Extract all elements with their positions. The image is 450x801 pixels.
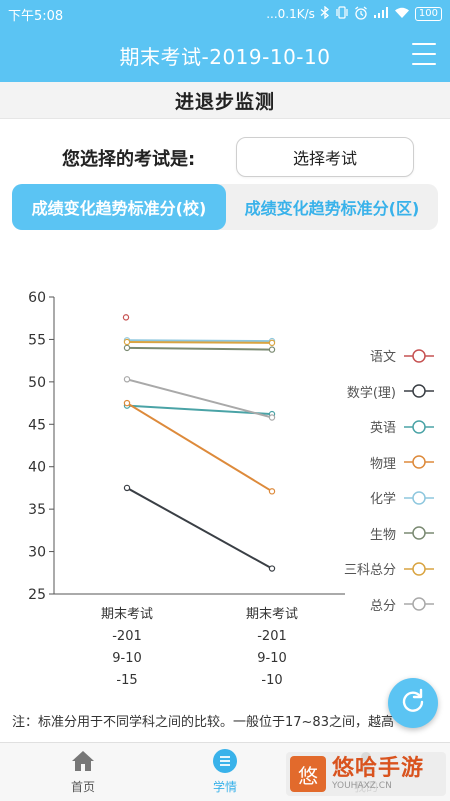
nav-study-label: 学情	[212, 780, 237, 794]
legend-item[interactable]: 三科总分	[344, 551, 434, 587]
series-line	[126, 404, 273, 416]
legend-swatch	[404, 420, 434, 434]
y-tick-label: 25	[28, 587, 46, 603]
signal-icon	[373, 6, 389, 22]
alarm-icon	[354, 6, 368, 23]
home-icon	[70, 749, 96, 776]
data-point	[268, 565, 276, 572]
legend-swatch	[404, 455, 434, 469]
data-point	[123, 338, 131, 346]
series-line	[126, 340, 273, 344]
series-line	[126, 378, 273, 419]
list-icon	[213, 749, 237, 776]
refresh-icon	[400, 688, 426, 718]
app-header: 期末考试-2019-10-10	[0, 28, 450, 82]
section-header: 进退步监测	[0, 82, 450, 119]
legend-swatch	[404, 597, 434, 611]
section-title: 进退步监测	[174, 90, 275, 113]
data-point	[268, 414, 276, 421]
y-tick-label: 45	[28, 417, 46, 433]
status-time: 下午5:08	[8, 8, 64, 24]
watermark-sub: YOUHAXZ.CN	[332, 781, 392, 791]
bluetooth-icon	[320, 5, 330, 22]
watermark: 悠 悠哈手游 YOUHAXZ.CN	[286, 752, 446, 796]
page-title: 期末考试-2019-10-10	[119, 44, 331, 69]
legend-item[interactable]: 语文	[344, 338, 434, 374]
data-point	[123, 344, 131, 352]
legend-label: 三科总分	[343, 563, 396, 579]
legend-label: 化学	[369, 492, 396, 508]
x-tick-label: 9-10	[112, 651, 142, 666]
x-tick-label: 9-10	[257, 651, 287, 666]
series-line	[126, 346, 273, 351]
nav-study[interactable]: 学情	[165, 743, 285, 801]
data-point	[123, 376, 131, 383]
nav-home[interactable]: 首页	[23, 743, 143, 801]
legend-item[interactable]: 英语	[344, 409, 434, 445]
legend-swatch	[404, 384, 434, 398]
y-tick-label: 60	[28, 290, 46, 306]
x-tick-label: -201	[112, 629, 142, 644]
data-point	[123, 484, 131, 492]
legend-swatch	[404, 562, 434, 576]
data-point	[268, 346, 276, 353]
legend-item[interactable]: 物理	[344, 445, 434, 481]
vibrate-icon	[335, 6, 349, 22]
legend-swatch	[404, 491, 434, 505]
watermark-text: 悠哈手游	[332, 756, 425, 781]
legend-item[interactable]: 化学	[344, 480, 434, 516]
legend-label: 总分	[369, 598, 396, 614]
refresh-button[interactable]	[388, 678, 438, 728]
select-exam-button[interactable]: 选择考试	[236, 137, 414, 177]
y-tick-label: 30	[28, 545, 46, 561]
y-tick-label: 40	[28, 460, 46, 476]
legend-swatch	[404, 349, 434, 363]
y-tick-label: 55	[28, 332, 46, 348]
battery-indicator: 100	[414, 7, 442, 21]
x-tick-label: -15	[116, 673, 137, 688]
legend-label: 生物	[369, 527, 396, 543]
x-tick-label: 期末考试	[246, 607, 298, 622]
series-line	[126, 402, 273, 493]
y-tick-label: 35	[28, 502, 46, 518]
wifi-icon	[394, 6, 410, 22]
chart-legend: 语文数学(理) 英语物理化学生物三科总分总分	[344, 338, 434, 622]
legend-label: 数学(理)	[346, 385, 396, 401]
legend-swatch	[404, 526, 434, 540]
legend-item[interactable]: 数学(理)	[344, 374, 434, 410]
data-point	[268, 488, 276, 495]
x-tick-label: 期末考试	[101, 607, 153, 622]
nav-home-label: 首页	[70, 780, 95, 794]
standard-score-note: 注：标准分用于不同学科之间的比较。一般位于17~83之间，越高	[12, 715, 394, 730]
series-line	[126, 487, 273, 570]
exam-select-row: 您选择的考试是: 选择考试	[0, 136, 450, 178]
legend-label: 物理	[369, 456, 396, 472]
watermark-logo: 悠	[290, 756, 326, 792]
x-tick-label: -201	[257, 629, 287, 644]
hamburger-icon[interactable]	[412, 43, 436, 65]
series-line	[126, 339, 273, 343]
net-speed: ...0.1K/s	[266, 7, 315, 21]
tab-district-standard-score[interactable]: 成绩变化趋势标准分(区)	[226, 184, 438, 230]
tab-school-standard-score[interactable]: 成绩变化趋势标准分(校)	[12, 184, 226, 230]
trend-tabs: 成绩变化趋势标准分(校) 成绩变化趋势标准分(区)	[12, 184, 438, 230]
data-point	[268, 339, 276, 347]
x-tick-label: -10	[261, 673, 282, 688]
status-bar: 下午5:08 ...0.1K/s 100	[0, 0, 450, 28]
legend-item[interactable]: 生物	[344, 516, 434, 552]
legend-item[interactable]: 总分	[344, 587, 434, 623]
data-point	[123, 399, 131, 407]
legend-label: 语文	[369, 350, 396, 366]
legend-label: 英语	[369, 421, 396, 437]
data-point	[122, 314, 130, 321]
status-icons: ...0.1K/s 100	[266, 5, 442, 23]
exam-select-label: 您选择的考试是:	[62, 149, 196, 170]
y-tick-label: 50	[28, 375, 46, 391]
